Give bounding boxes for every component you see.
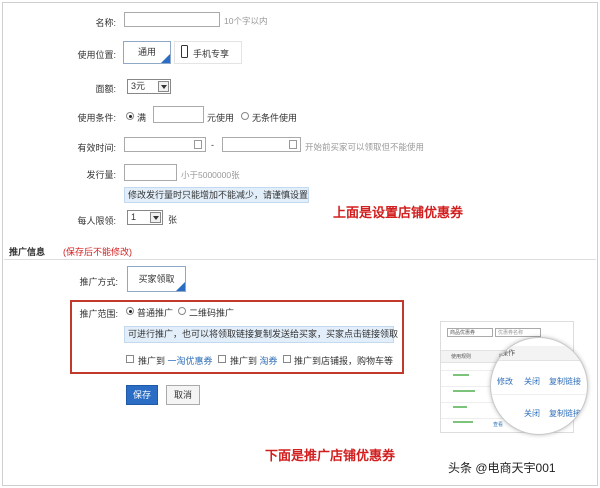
promo-yitao-link[interactable]: 一淘优惠券: [168, 356, 213, 366]
magnifier-header-bar: 操作: [491, 346, 587, 361]
chevron-down-icon: [158, 81, 169, 92]
limit-unit: 张: [168, 215, 178, 225]
valid-start-input[interactable]: [124, 137, 206, 152]
section-divider: [4, 259, 596, 260]
calendar-icon: [194, 140, 202, 149]
chevron-down-icon: [150, 212, 161, 223]
magnifier-close-link: 关闭: [524, 377, 540, 386]
magnifier-copy-link: 复制链接: [549, 377, 581, 386]
scope-label: 推广范围:: [79, 309, 118, 319]
position-mobile-label: 手机专享: [193, 49, 230, 59]
limit-select[interactable]: 1: [127, 210, 163, 225]
selected-corner-icon: [161, 54, 170, 63]
promo-taoquan-label: 推广到 淘券: [230, 354, 278, 367]
condition-amount-input[interactable]: [153, 106, 204, 123]
limit-value: 1: [131, 212, 137, 222]
promo-yitao-checkbox[interactable]: [126, 355, 134, 363]
denom-label: 面额:: [95, 84, 116, 94]
promo-shop-label: 推广到店铺报，购物车等: [294, 356, 394, 366]
preview-row-action1: 查看: [493, 422, 504, 428]
position-general-option[interactable]: 通用: [123, 41, 171, 64]
promo-taoquan-checkbox[interactable]: [218, 355, 226, 363]
preview-search: 优惠券名称: [495, 328, 541, 337]
condition-full-label: 满: [137, 113, 147, 123]
valid-hint: 开始前买家可以领取但不能使用: [305, 142, 425, 152]
method-label: 推广方式:: [79, 277, 118, 287]
watermark: 头条 @电商天宇001: [448, 461, 556, 475]
preview-bar: [453, 390, 475, 392]
magnifier-circle: 操作 修改 关闭 复制链接 关闭 复制链接: [490, 337, 588, 435]
calendar-icon: [289, 140, 297, 149]
save-button[interactable]: 保存: [126, 385, 158, 405]
denom-value: 3元: [131, 81, 146, 91]
annotation-bottom: 下面是推广店铺优惠券: [265, 448, 396, 463]
position-label: 使用位置:: [77, 50, 116, 60]
name-input[interactable]: [124, 12, 220, 27]
promo-taoquan-prefix: 推广到: [230, 356, 258, 366]
preview-select: 商品优惠券: [447, 328, 493, 337]
name-label: 名称:: [95, 18, 116, 28]
magnifier-modify-link: 修改: [497, 377, 513, 386]
cancel-button[interactable]: 取消: [166, 385, 200, 405]
scope-info-box: 可进行推广，也可以将领取链接复制发送给买家，买家点击链接领取: [124, 326, 398, 343]
position-general-label: 通用: [137, 47, 156, 57]
limit-label: 每人限领:: [77, 216, 116, 226]
valid-label: 有效时间:: [77, 143, 116, 153]
promo-yitao-prefix: 推广到: [138, 356, 166, 366]
method-buyer-option[interactable]: 买家领取: [127, 266, 186, 292]
issue-label: 发行量:: [86, 170, 116, 180]
annotation-top: 上面是设置店铺优惠券: [333, 205, 464, 220]
issue-hint: 小于5000000张: [181, 170, 240, 180]
scope-qr-label: 二维码推广: [189, 308, 235, 318]
preview-bar: [453, 374, 469, 376]
position-mobile-option[interactable]: 手机专享: [174, 41, 242, 64]
preview-bar: [453, 421, 473, 423]
condition-full-radio[interactable]: [126, 112, 134, 120]
magnifier-row-line: [491, 394, 587, 395]
method-value: 买家领取: [138, 274, 175, 284]
promo-taoquan-link[interactable]: 淘券: [260, 356, 278, 366]
preview-col1: 使用规则: [451, 354, 472, 360]
scope-qr-radio[interactable]: [178, 307, 186, 315]
denom-select[interactable]: 3元: [127, 79, 171, 94]
magnifier-close-link-2: 关闭: [524, 409, 540, 418]
promo-section-title: 推广信息: [9, 247, 46, 257]
condition-none-radio[interactable]: [241, 112, 249, 120]
selected-corner-icon: [176, 282, 185, 291]
phone-icon: [181, 45, 188, 58]
preview-bar: [453, 406, 467, 408]
name-hint: 10个字以内: [224, 16, 268, 26]
condition-label: 使用条件:: [77, 113, 116, 123]
magnifier-header: 操作: [501, 350, 515, 357]
condition-unit-label: 元使用: [207, 113, 235, 123]
promo-shop-checkbox[interactable]: [283, 355, 291, 363]
scope-normal-radio[interactable]: [126, 307, 134, 315]
scope-normal-label: 普通推广: [137, 308, 174, 318]
magnifier-copy-link-2: 复制链接: [549, 409, 581, 418]
issue-info-box: 修改发行量时只能增加不能减少，请谨慎设置: [124, 187, 309, 203]
promo-yitao-label: 推广到 一淘优惠券: [138, 354, 213, 367]
valid-end-input[interactable]: [222, 137, 301, 152]
issue-input[interactable]: [124, 164, 177, 181]
valid-dash: -: [211, 140, 214, 150]
promo-section-note: (保存后不能修改): [63, 247, 132, 257]
condition-none-label: 无条件使用: [252, 113, 298, 123]
